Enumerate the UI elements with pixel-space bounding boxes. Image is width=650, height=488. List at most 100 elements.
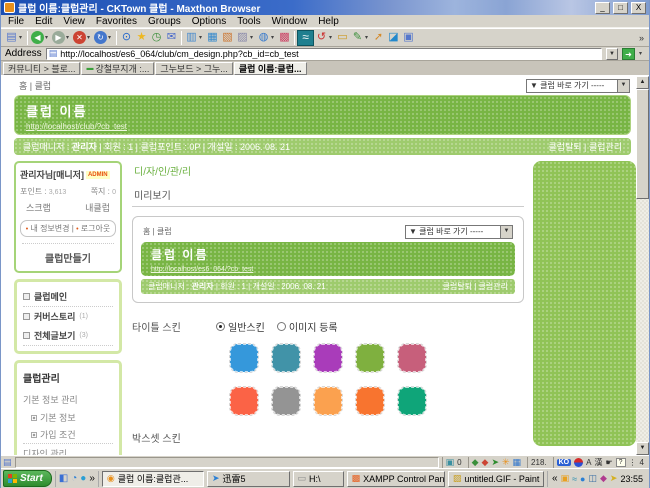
admin-group-design[interactable]: 디자인 관리 [23,444,113,455]
ime-help-icon[interactable]: ? [616,458,626,467]
ie-quick-icon[interactable]: ◔ [71,473,77,484]
back-icon[interactable]: ◀ [31,31,44,44]
go-button[interactable]: ➜ [622,48,635,60]
script-icon[interactable]: ▦ [513,457,522,468]
media-icon[interactable]: ▨ [235,30,250,45]
proxy-icon[interactable]: ◆ [472,457,479,468]
title-skin-swatch-green[interactable] [356,344,384,372]
korean-lang-icon[interactable]: KO [557,459,572,466]
popup-counter[interactable]: ▣ 0 [442,457,465,468]
menu-tools[interactable]: Tools [237,16,260,27]
xampp-tray-icon[interactable]: ▣ [561,473,570,484]
stop-icon[interactable]: ✕ [73,31,86,44]
tab-rainbow[interactable]: ▬강철무지개 :... [81,62,154,75]
form-icon[interactable]: ▩ [277,30,292,45]
menu-edit[interactable]: Edit [35,16,52,27]
address-url[interactable]: http://localhost/es6_064/club/cm_design.… [60,49,298,59]
chevron-down-icon[interactable]: ▼ [617,80,629,92]
task-h-drive[interactable]: ▭ H:\ [293,471,344,487]
edit-info-link[interactable]: 내 정보변경 [30,224,69,233]
sound-icon[interactable]: ✳ [502,457,510,468]
ime-options-icon[interactable]: ⋮ [629,458,637,467]
menu-cover-story[interactable]: 커버스토리 (1) [23,307,113,326]
title-skin-swatch-purple[interactable] [314,344,342,372]
my-club-link[interactable]: 내클럽 [85,201,110,214]
menu-file[interactable]: File [8,16,24,27]
capture-icon[interactable]: ▧ [220,30,235,45]
new-page-caret-icon[interactable]: ▾ [19,34,25,41]
address-input[interactable]: ▤ http://localhost/es6_064/club/cm_desig… [46,48,602,60]
menu-club-main[interactable]: 클럽메인 [23,287,113,306]
ime-hanja-icon[interactable]: 漢 [594,457,602,468]
media-quick-icon[interactable]: ● [80,473,86,484]
task-club-admin[interactable]: ◉ 클럽 이름:클럽관... [102,471,204,487]
task-xampp[interactable]: ▩ XAMPP Control Pan... [347,471,445,487]
menu-options[interactable]: Options [192,16,226,27]
start-button[interactable]: Start [3,470,52,487]
preview-quick-go-select[interactable]: ▼ 클럽 바로 가기 ----- ▼ [405,225,513,239]
scrollbar-thumb[interactable] [636,89,649,199]
refresh-icon[interactable]: ↻ [94,31,107,44]
task-paint[interactable]: ▨ untitled.GIF - Paint [448,471,544,487]
split-icon[interactable]: ▥ [184,30,199,45]
breadcrumb[interactable]: 홈 | 클럽 [19,79,51,92]
grid-icon[interactable]: ▣ [401,30,416,45]
manager-name[interactable]: 관리자 [72,142,97,152]
radio-image-upload-label[interactable]: 이미지 등록 [289,319,338,334]
network-tray-icon[interactable]: ◫ [588,473,597,484]
menu-groups[interactable]: Groups [148,16,181,27]
filter-icon[interactable]: ◆ [482,457,489,468]
title-skin-swatch-tomato[interactable] [230,387,258,415]
admin-item-join-condition[interactable]: 가입 조건 [23,426,113,443]
admin-item-basic-info[interactable]: 기본 정보 [23,409,113,426]
address-dropdown-icon[interactable]: ▼ [606,48,618,60]
maxthon-swan-icon[interactable]: ≈ [297,30,314,46]
maxthon-tray-icon[interactable]: ≈ [572,474,577,484]
menu-window[interactable]: Window [272,16,308,27]
maxthon-quick-icon[interactable]: ◧ [59,473,68,484]
title-skin-swatch-teal[interactable] [272,344,300,372]
title-skin-swatch-gray[interactable] [272,387,300,415]
scroll-up-icon[interactable]: ▲ [636,76,649,89]
menu-view[interactable]: View [63,16,85,27]
groups-icon[interactable]: ▦ [205,30,220,45]
favorites-icon[interactable]: ★ [134,30,149,45]
vertical-scrollbar[interactable]: ▲ ▼ [636,76,649,455]
club-url-link[interactable]: http://localhost/club/?cb_test [26,122,127,131]
flash-icon[interactable]: ➤ [491,457,499,468]
task-thunder[interactable]: ➤ 迅雷5 [207,471,290,487]
shield-tray-icon[interactable]: ➤ [610,473,618,484]
admin-group-basic[interactable]: 기본 정보 관리 [23,390,113,409]
history-icon[interactable]: ◷ [149,30,164,45]
new-page-icon[interactable]: ▤ [4,30,19,45]
tab-club-admin[interactable]: 클럽 이름:클럽... [234,62,307,75]
forward-caret-icon[interactable]: ▾ [66,34,72,41]
messenger-tray-icon[interactable]: ● [580,474,585,484]
menu-all-posts[interactable]: 전체글보기 (3) [23,326,113,345]
feed-icon[interactable]: ◪ [386,30,401,45]
club-links[interactable]: 클럽탈퇴 | 클럽관리 [548,140,622,153]
refresh-caret-icon[interactable]: ▾ [108,34,114,41]
stop-caret-icon[interactable]: ▾ [87,34,93,41]
radio-normal-skin[interactable] [216,322,225,331]
close-button[interactable]: X [631,2,646,14]
quick-launch-chevron[interactable]: » [89,473,95,484]
menu-help[interactable]: Help [318,16,339,27]
go-caret-icon[interactable]: ▾ [639,50,645,57]
search-icon[interactable]: ⊙ [119,30,134,45]
title-skin-swatch-blue[interactable] [230,344,258,372]
radio-normal-skin-label[interactable]: 일반스킨 [228,319,265,334]
tab-gnuboard[interactable]: 그누보드 > 그누... [155,62,232,75]
tab-community-blog[interactable]: 커뮤니티 > 블로... [3,62,80,75]
notes-icon[interactable]: ▭ [335,30,350,45]
scrollbar-track[interactable] [636,199,649,442]
scroll-down-icon[interactable]: ▼ [636,442,649,455]
globe-icon[interactable]: ◍ [256,30,271,45]
logout-link[interactable]: 로그아웃 [81,224,110,233]
club-quick-go-select[interactable]: ▼ 클럽 바로 가기 ----- ▼ [526,79,630,93]
menu-favorites[interactable]: Favorites [96,16,137,27]
radio-image-upload[interactable] [277,322,286,331]
up-icon[interactable]: ➚ [371,30,386,45]
toolbar-overflow-chevron[interactable]: » [639,33,646,43]
maximize-button[interactable]: □ [613,2,628,14]
